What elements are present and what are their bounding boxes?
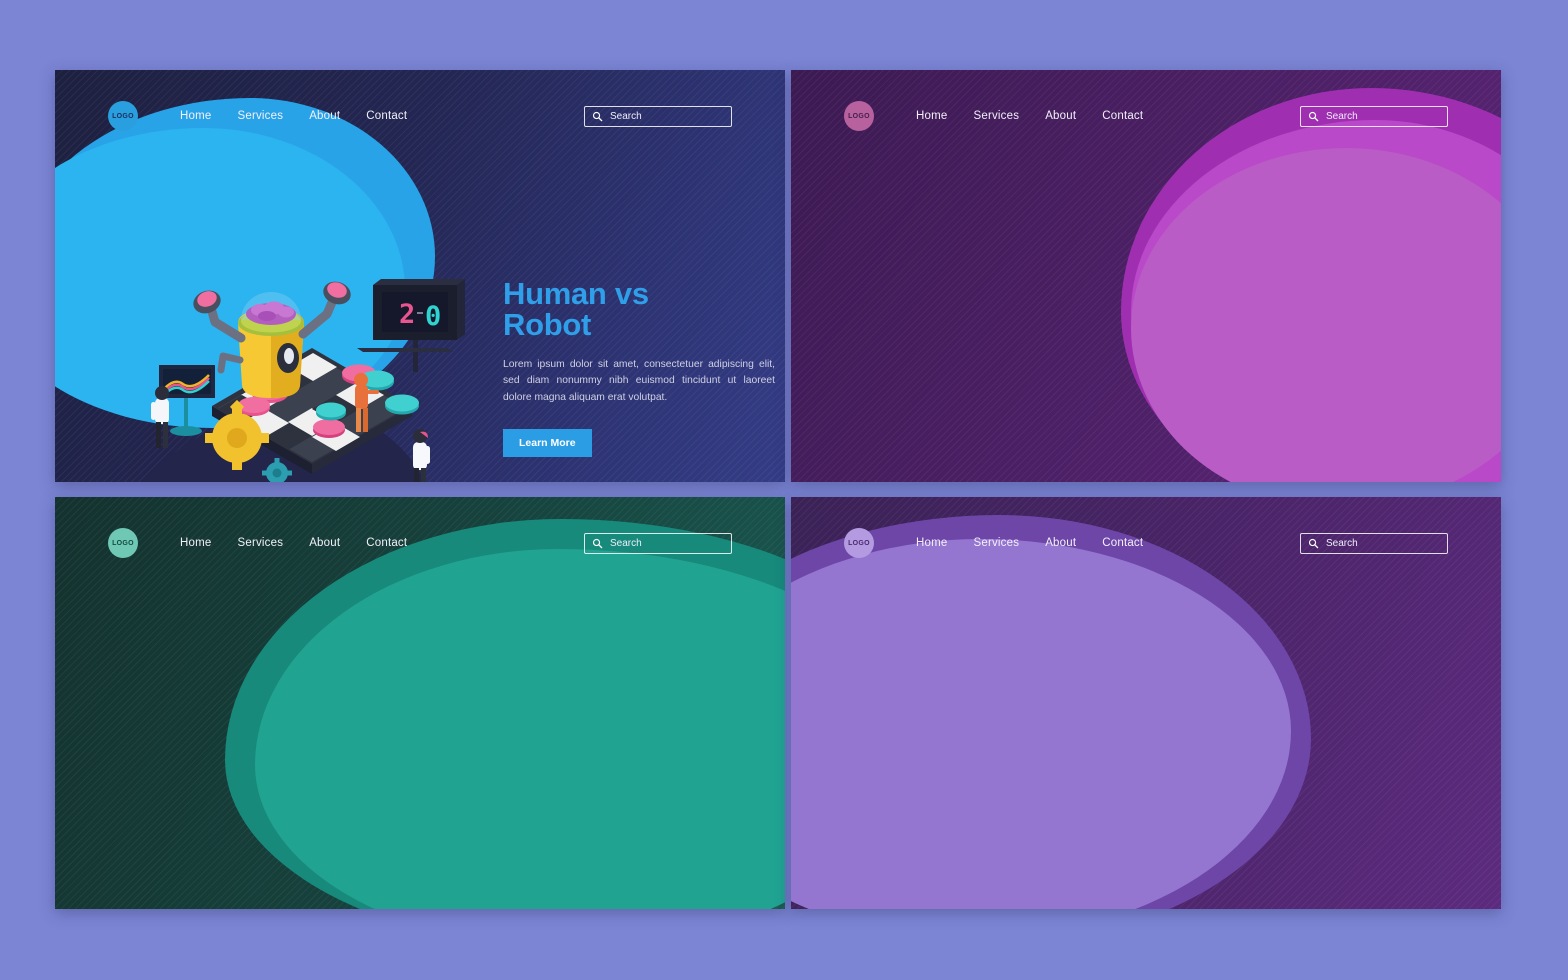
navbar: LOGO Home Services About Contact Search [55,497,785,589]
navbar: LOGO Home Services About Contact Search [55,70,785,162]
page-title-line1: Human vs [503,276,649,311]
svg-text:2: 2 [399,299,415,330]
search-placeholder: Search [610,110,642,122]
search-icon [1308,538,1319,548]
search-icon [1308,111,1319,121]
nav-menu: Home Services About Contact [180,110,407,122]
nav-item-about[interactable]: About [309,537,340,549]
logo[interactable]: LOGO [108,101,138,131]
hero-copy: Human vs Robot Lorem ipsum dolor sit ame… [503,278,785,457]
logo[interactable]: LOGO [108,528,138,558]
page-title-line2: Robot [503,307,592,343]
page-title: Human vs Robot [503,278,785,341]
nav-item-home[interactable]: Home [180,110,211,122]
panel-learn-to-build-ai: LOGO Home Services About Contact Search [791,497,1501,909]
search-icon [592,111,603,121]
nav-menu: Home Services About Contact [916,537,1143,549]
nav-item-home[interactable]: Home [916,537,947,549]
search-icon [592,538,603,548]
nav-item-home[interactable]: Home [916,110,947,122]
nav-menu: Home Services About Contact [180,537,407,549]
nav-item-about[interactable]: About [1045,110,1076,122]
search-input[interactable]: Search [584,105,732,127]
landing-page-mockup-board: LOGO Home Services About Contact Search [0,0,1568,980]
panel-ai-revolution: LOGO Home Services About Contact Search [55,497,785,909]
nav-item-contact[interactable]: Contact [366,110,407,122]
nav-item-services[interactable]: Services [973,110,1019,122]
navbar: LOGO Home Services About Contact Search [791,70,1501,162]
search-input[interactable]: Search [1300,105,1448,127]
nav-item-about[interactable]: About [1045,537,1076,549]
panel-deep-learning: LOGO Home Services About Contact Search [791,70,1501,482]
search-placeholder: Search [1326,110,1358,122]
nav-item-contact[interactable]: Contact [1102,537,1143,549]
navbar: LOGO Home Services About Contact Search [791,497,1501,589]
search-input[interactable]: Search [584,532,732,554]
panel-human-vs-robot: LOGO Home Services About Contact Search [55,70,785,482]
logo[interactable]: LOGO [844,528,874,558]
nav-item-services[interactable]: Services [237,537,283,549]
nav-item-services[interactable]: Services [237,110,283,122]
nav-item-services[interactable]: Services [973,537,1019,549]
nav-item-about[interactable]: About [309,110,340,122]
search-input[interactable]: Search [1300,532,1448,554]
nav-item-contact[interactable]: Contact [366,537,407,549]
illustration-robot-playing-checkers: 2 0 [137,230,487,482]
svg-text:0: 0 [425,301,441,332]
hero-paragraph: Lorem ipsum dolor sit amet, consectetuer… [503,358,775,403]
nav-menu: Home Services About Contact [916,110,1143,122]
learn-more-button[interactable]: Learn More [503,428,592,457]
search-placeholder: Search [1326,537,1358,549]
logo[interactable]: LOGO [844,101,874,131]
nav-item-home[interactable]: Home [180,537,211,549]
search-placeholder: Search [610,537,642,549]
nav-item-contact[interactable]: Contact [1102,110,1143,122]
